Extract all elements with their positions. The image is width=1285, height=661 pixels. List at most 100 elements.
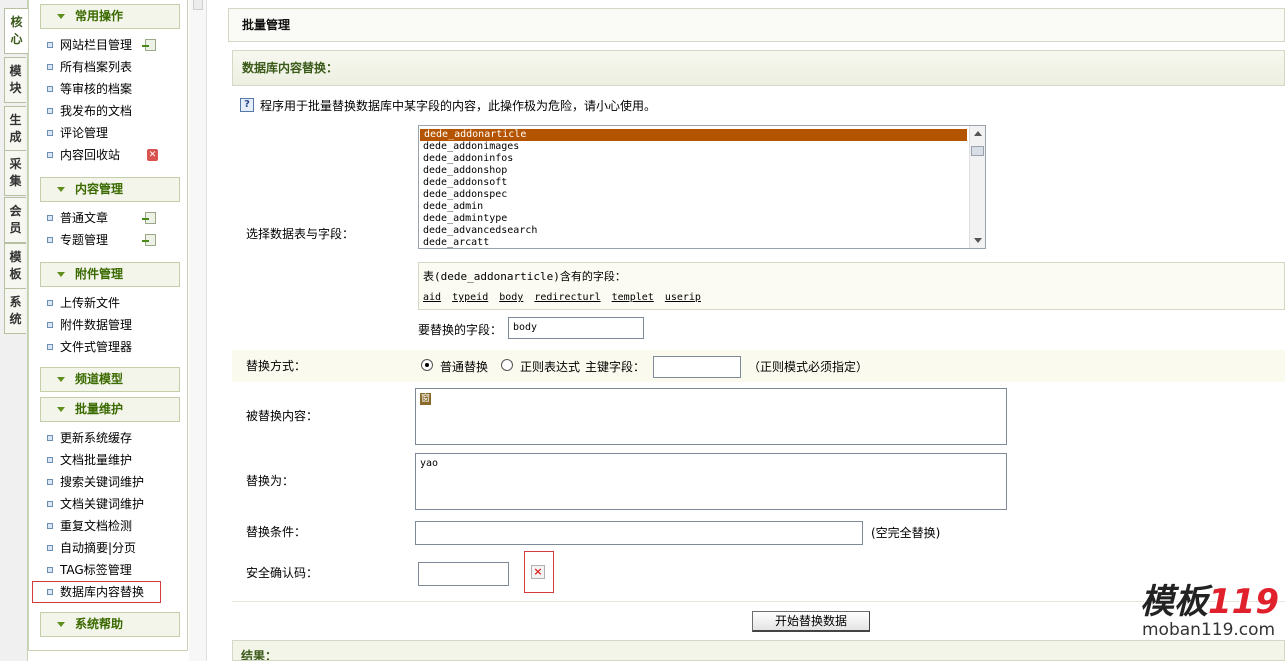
- vtab-system[interactable]: 系统: [4, 288, 26, 334]
- radio-regex[interactable]: [501, 359, 513, 371]
- bullet-icon: [47, 545, 53, 551]
- condition-note: (空完全替换): [871, 526, 941, 540]
- menu-item-channel-manage[interactable]: 网站栏目管理: [45, 35, 181, 55]
- list-item[interactable]: dede_admintype: [419, 213, 985, 225]
- menu-item-comments[interactable]: 评论管理: [45, 123, 181, 143]
- add-icon[interactable]: [142, 212, 156, 224]
- field-link-typeid[interactable]: typeid: [452, 292, 488, 303]
- menu-group-channel-model[interactable]: 频道模型: [40, 367, 180, 392]
- radio-normal[interactable]: [421, 359, 433, 371]
- list-item[interactable]: dede_addonarticle: [420, 129, 967, 141]
- captcha-image[interactable]: ×: [524, 551, 554, 593]
- vtab-member[interactable]: 会员: [4, 197, 26, 243]
- shield-delete-icon[interactable]: ✕: [147, 149, 158, 161]
- watermark-url: moban119.com: [1142, 620, 1276, 640]
- code-label: 安全确认码：: [246, 566, 319, 580]
- chevron-down-icon: [57, 187, 65, 192]
- bullet-icon: [47, 108, 53, 114]
- bullet-icon: [47, 215, 53, 221]
- menu-group-batch[interactable]: 批量维护: [40, 397, 180, 422]
- code-input[interactable]: [418, 562, 509, 586]
- list-item[interactable]: dede_addonsoft: [419, 177, 985, 189]
- scroll-down-icon[interactable]: [974, 238, 982, 243]
- add-icon[interactable]: [142, 39, 156, 51]
- condition-input[interactable]: [415, 521, 863, 545]
- menu-item-recycle-bin[interactable]: 内容回收站 ✕: [45, 145, 181, 165]
- vtab-core[interactable]: 核心: [4, 8, 28, 54]
- scroll-thumb[interactable]: [971, 146, 984, 156]
- result-title: 结果：: [232, 640, 1285, 661]
- replace-textarea[interactable]: yao: [415, 453, 1007, 510]
- list-item[interactable]: dede_addonshop: [419, 165, 985, 177]
- vtab-module[interactable]: 模块: [4, 57, 26, 103]
- list-item[interactable]: dede_addonimages: [419, 141, 985, 153]
- menu-group-attachment[interactable]: 附件管理: [40, 262, 180, 287]
- field-links: aid typeid body redirecturl templet user…: [423, 291, 1284, 305]
- find-textarea[interactable]: 窗: [415, 388, 1007, 445]
- field-link-userip[interactable]: userip: [665, 292, 701, 303]
- scroll-up-icon[interactable]: [974, 131, 982, 136]
- list-item[interactable]: dede_addoninfos: [419, 153, 985, 165]
- table-label: 选择数据表与字段：: [246, 227, 355, 241]
- replace-field-input[interactable]: body: [508, 317, 644, 339]
- menu-item-duplicate-check[interactable]: 重复文档检测: [45, 516, 181, 536]
- vtab-template[interactable]: 模板: [4, 243, 26, 289]
- field-link-aid[interactable]: aid: [423, 292, 441, 303]
- field-link-redirecturl[interactable]: redirecturl: [534, 292, 600, 303]
- menu-item-tag-manage[interactable]: TAG标签管理: [45, 560, 181, 580]
- broken-image-icon: ×: [531, 565, 545, 579]
- primary-key-input[interactable]: [653, 356, 741, 378]
- list-item[interactable]: dede_arcatt: [419, 237, 985, 248]
- bullet-icon: [47, 42, 53, 48]
- splitter-handle[interactable]: [193, 0, 203, 10]
- radio-normal-label: 普通替换: [440, 360, 489, 374]
- regex-note: （正则模式必须指定）: [748, 360, 869, 374]
- menu-group-content[interactable]: 内容管理: [40, 177, 180, 202]
- info-line: ? 程序用于批量替换数据库中某字段的内容，此操作极为危险，请小心使用。: [240, 96, 656, 116]
- start-replace-button[interactable]: 开始替换数据: [752, 611, 870, 632]
- menu-item-my-docs[interactable]: 我发布的文档: [45, 101, 181, 121]
- menu-item-batch-docs[interactable]: 文档批量维护: [45, 450, 181, 470]
- chevron-down-icon: [57, 377, 65, 382]
- bullet-icon: [47, 501, 53, 507]
- sidebar-menu: 常用操作 网站栏目管理 所有档案列表 等审核的档案 我发布的文档 评论管理 内容…: [28, 0, 188, 651]
- replace-field-label: 要替换的字段：: [418, 323, 503, 337]
- list-item[interactable]: dede_addonspec: [419, 189, 985, 201]
- list-item[interactable]: dede_admin: [419, 201, 985, 213]
- menu-item-all-archives[interactable]: 所有档案列表: [45, 57, 181, 77]
- condition-label: 替换条件：: [246, 525, 307, 539]
- list-item[interactable]: dede_advancedsearch: [419, 225, 985, 237]
- bullet-icon: [47, 152, 53, 158]
- fields-title: 表(dede_addonarticle)含有的字段：: [423, 270, 626, 283]
- menu-group-common[interactable]: 常用操作: [40, 4, 180, 29]
- menu-item-db-replace[interactable]: 数据库内容替换: [32, 581, 161, 603]
- field-link-templet[interactable]: templet: [612, 292, 654, 303]
- menu-item-doc-keywords[interactable]: 文档关键词维护: [45, 494, 181, 514]
- field-link-body[interactable]: body: [499, 292, 523, 303]
- listbox-scrollbar[interactable]: [969, 126, 985, 248]
- bullet-icon: [47, 567, 53, 573]
- chevron-down-icon: [57, 622, 65, 627]
- bullet-icon: [47, 523, 53, 529]
- menu-item-update-cache[interactable]: 更新系统缓存: [45, 428, 181, 448]
- menu-item-search-keywords[interactable]: 搜索关键词维护: [45, 472, 181, 492]
- bullet-icon: [47, 457, 53, 463]
- add-icon[interactable]: [142, 234, 156, 246]
- splitter[interactable]: [189, 0, 207, 661]
- table-listbox[interactable]: dede_addonarticle dede_addonimages dede_…: [418, 125, 986, 249]
- menu-item-article[interactable]: 普通文章: [45, 208, 181, 228]
- watermark-logo: 模板119 moban119.com: [1140, 574, 1280, 646]
- bullet-icon: [47, 322, 53, 328]
- menu-item-pending-archives[interactable]: 等审核的档案: [45, 79, 181, 99]
- vtab-generate[interactable]: 生成: [4, 106, 26, 152]
- page-title: 批量管理: [228, 8, 1285, 42]
- vtab-collect[interactable]: 采集: [4, 150, 26, 196]
- bullet-icon: [47, 344, 53, 350]
- menu-item-file-manager[interactable]: 文件式管理器: [45, 337, 181, 357]
- menu-group-help[interactable]: 系统帮助: [40, 612, 180, 637]
- menu-item-auto-summary[interactable]: 自动摘要|分页: [45, 538, 181, 558]
- section-title: 数据库内容替换：: [232, 50, 1285, 86]
- menu-item-attachment-data[interactable]: 附件数据管理: [45, 315, 181, 335]
- menu-item-special[interactable]: 专题管理: [45, 230, 181, 250]
- menu-item-upload[interactable]: 上传新文件: [45, 293, 181, 313]
